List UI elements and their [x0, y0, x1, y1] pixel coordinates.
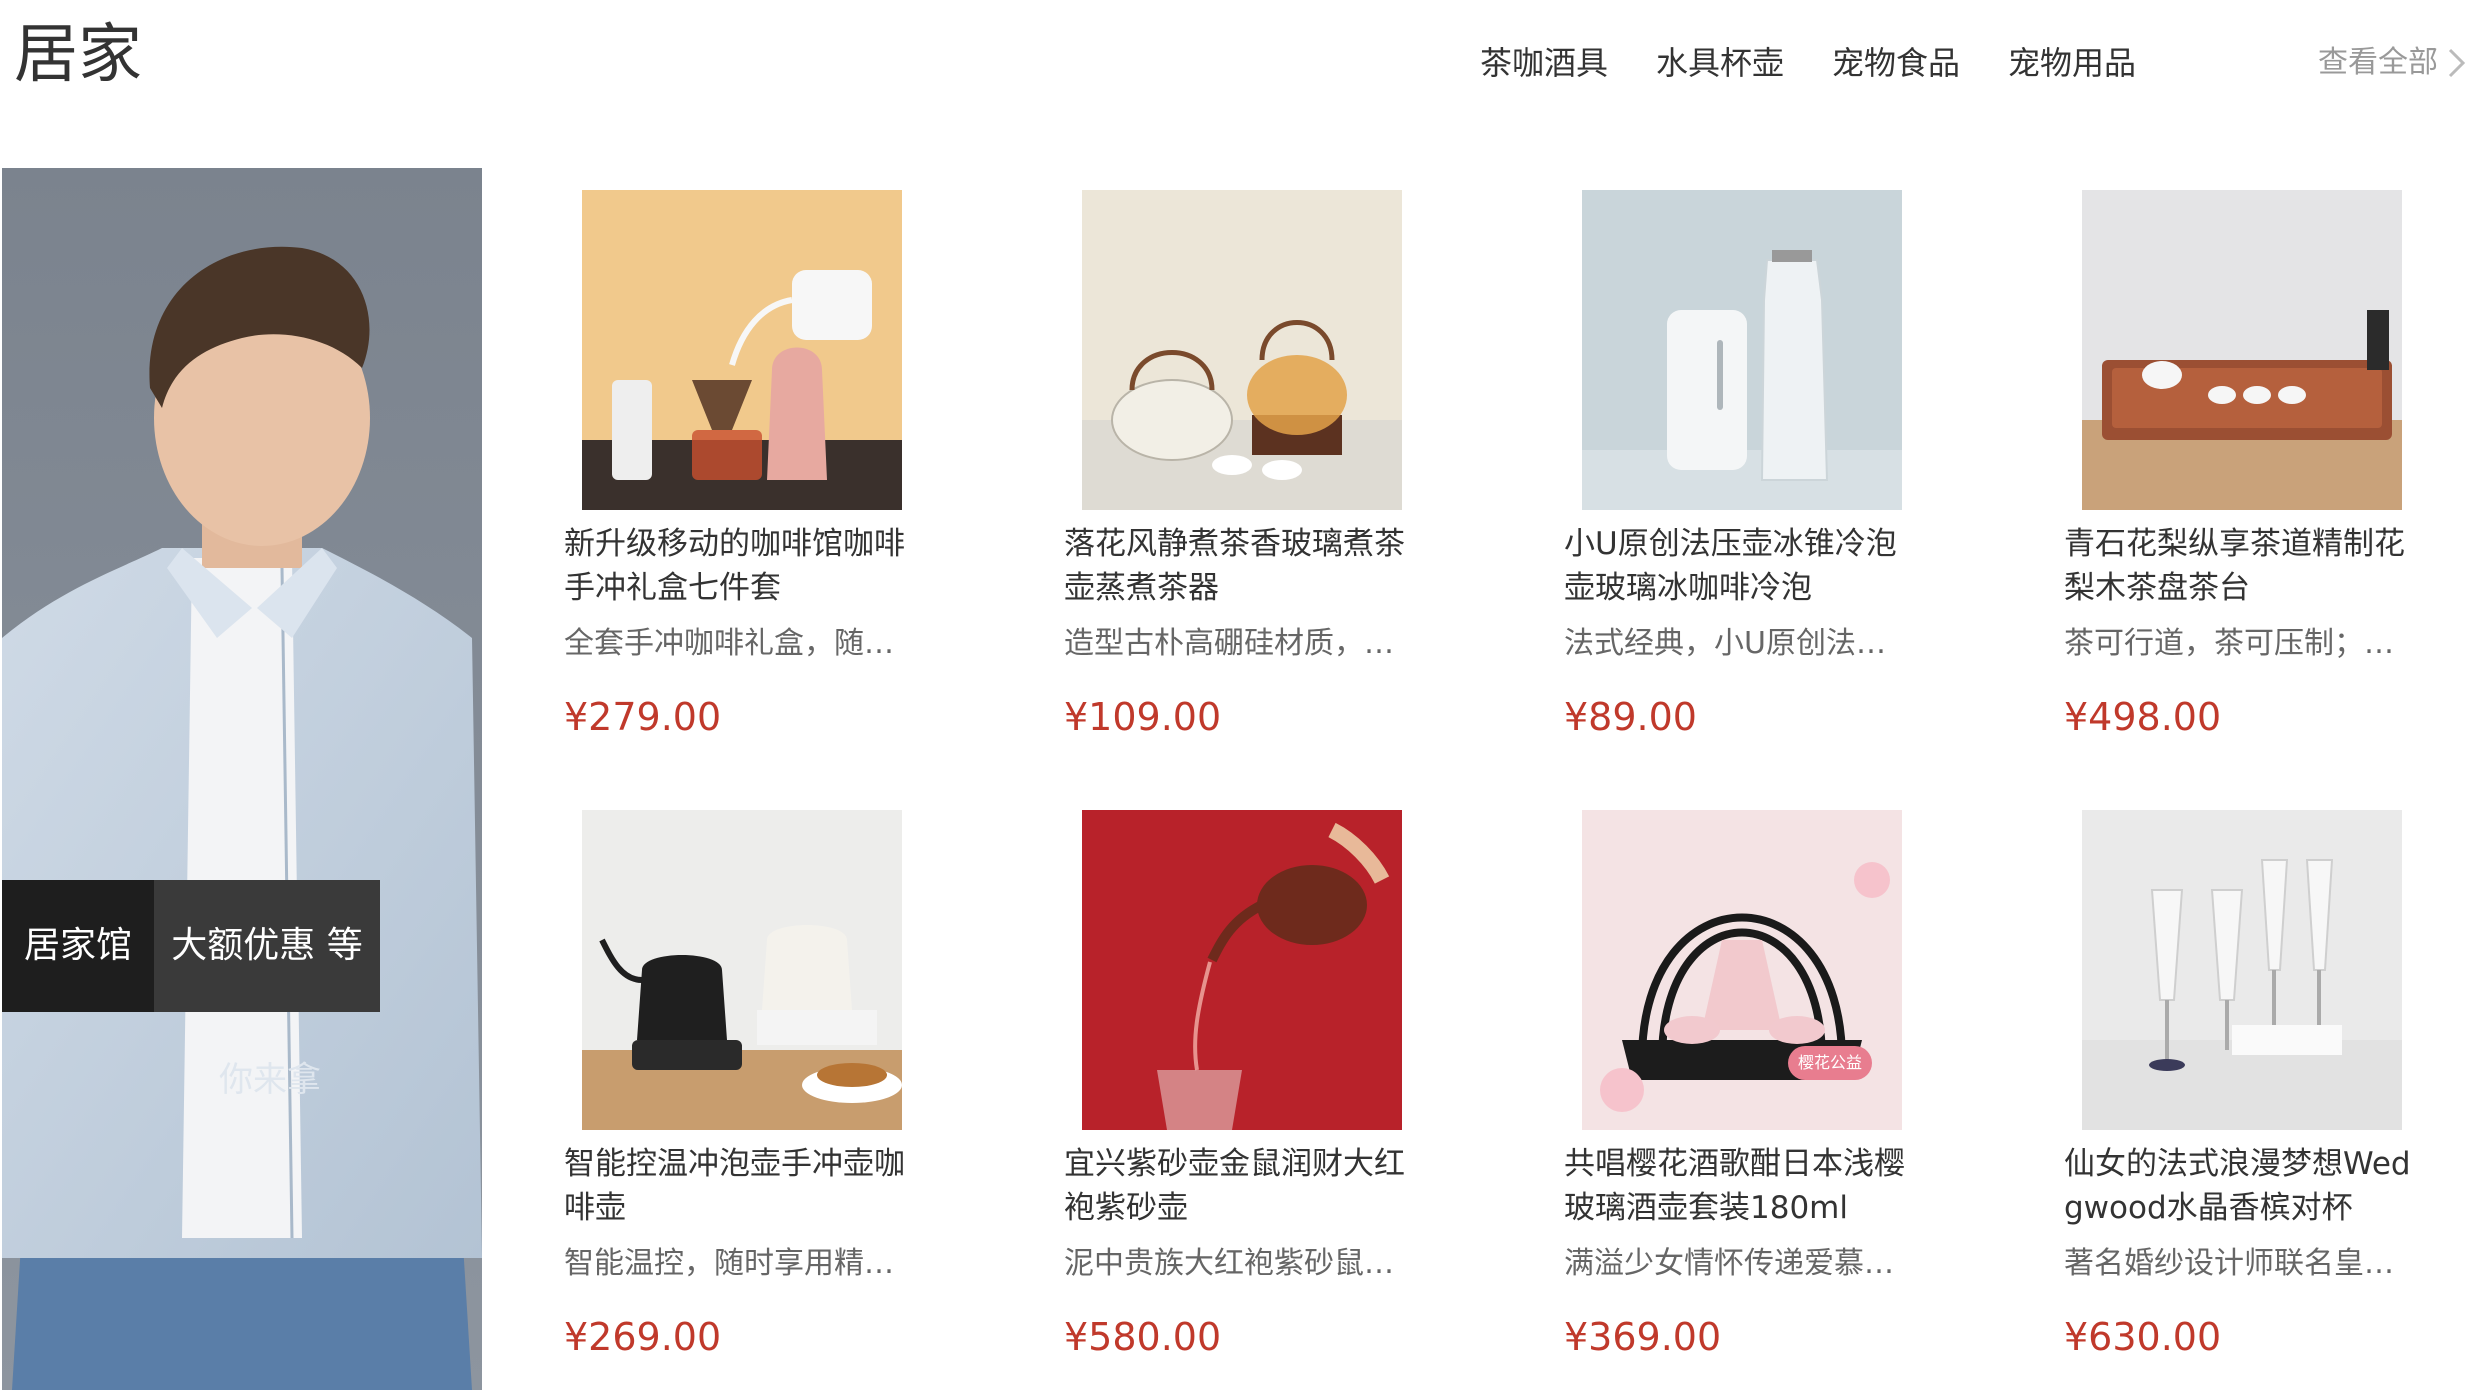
product-description: 满溢少女情怀传递爱慕…: [1564, 1246, 1894, 1281]
charity-badge: 樱花公益: [1788, 1046, 1873, 1080]
view-all-link[interactable]: 查看全部: [2318, 36, 2468, 90]
product-name: 小U原创法压壶冰锥冷泡 壶玻璃冰咖啡冷泡: [1564, 526, 1897, 606]
product-price: ¥269.00: [564, 1315, 722, 1359]
product-description: 泥中贵族大红袍紫砂鼠…: [1064, 1246, 1394, 1281]
product-description: 茶可行道，茶可压制；…: [2064, 626, 2394, 661]
product-name: 新升级移动的咖啡馆咖啡 手冲礼盒七件套: [564, 526, 905, 606]
product-description: 智能温控，随时享用精…: [564, 1246, 894, 1281]
section-header: 居家 茶咖酒具 水具杯壶 宠物食品 宠物用品 查看全部: [0, 0, 2484, 120]
tab-drinkware[interactable]: 水具杯壶: [1656, 36, 1784, 90]
banner-tag-title: 居家馆: [2, 880, 154, 1012]
product-price: ¥109.00: [1064, 695, 1222, 739]
product-price: ¥630.00: [2064, 1315, 2222, 1359]
product-name: 共唱樱花酒歌酣日本浅樱 玻璃酒壶套装180ml: [1564, 1146, 1905, 1226]
product-description: 全套手冲咖啡礼盒，随…: [564, 626, 894, 661]
product-image: 樱花公益: [1582, 810, 1902, 1130]
chevron-right-icon: [2448, 48, 2466, 78]
product-description: 著名婚纱设计师联名皇…: [2064, 1246, 2394, 1281]
promo-banner[interactable]: 居家馆 大额优惠 等 你来拿: [2, 168, 482, 1390]
product-description: 造型古朴高硼硅材质，…: [1064, 626, 1394, 661]
banner-tag: 居家馆 大额优惠 等: [2, 880, 380, 1012]
tab-pet-food[interactable]: 宠物食品: [1832, 36, 1960, 90]
banner-subtitle: 你来拿: [219, 1060, 321, 1100]
product-name: 落花风静煮茶香玻璃煮茶 壶蒸煮茶器: [1064, 526, 1405, 606]
product-name: 仙女的法式浪漫梦想Wed gwood水晶香槟对杯: [2064, 1146, 2411, 1226]
product-price: ¥369.00: [1564, 1315, 1722, 1359]
category-tabs: 茶咖酒具 水具杯壶 宠物食品 宠物用品: [1480, 36, 2184, 90]
product-image: [2082, 190, 2402, 510]
product-image: [1082, 190, 1402, 510]
product-description: 法式经典，小U原创法…: [1564, 626, 1886, 661]
product-price: ¥279.00: [564, 695, 722, 739]
product-name: 青石花梨纵享茶道精制花 梨木茶盘茶台: [2064, 526, 2405, 606]
tab-tea-coffee-wine[interactable]: 茶咖酒具: [1480, 36, 1608, 90]
product-price: ¥580.00: [1064, 1315, 1222, 1359]
product-image: [1582, 190, 1902, 510]
banner-model-image: [2, 168, 482, 1390]
view-all-label: 查看全部: [2318, 45, 2438, 80]
product-name: 宜兴紫砂壶金鼠润财大红 袍紫砂壶: [1064, 1146, 1405, 1226]
product-price: ¥498.00: [2064, 695, 2222, 739]
product-price: ¥89.00: [1564, 695, 1697, 739]
product-name: 智能控温冲泡壶手冲壶咖 啡壶: [564, 1146, 905, 1226]
product-image: [2082, 810, 2402, 1130]
section-title: 居家: [14, 18, 142, 92]
product-image: [582, 810, 902, 1130]
banner-tag-promo: 大额优惠 等: [154, 880, 380, 1012]
product-image: [1082, 810, 1402, 1130]
tab-pet-supplies[interactable]: 宠物用品: [2008, 36, 2136, 90]
product-image: [582, 190, 902, 510]
